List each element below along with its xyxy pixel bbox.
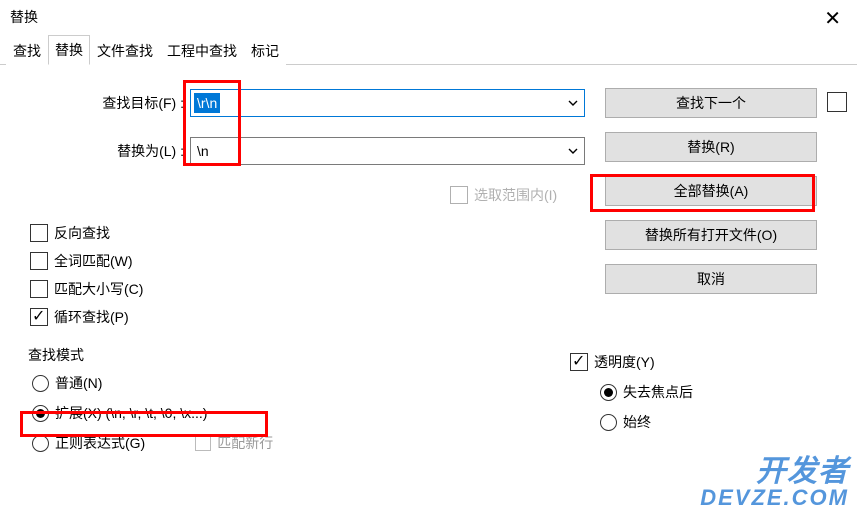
chevron-down-icon[interactable] [562,90,584,116]
button-column: 查找下一个 替换(R) 全部替换(A) 替换所有打开文件(O) 取消 [605,88,817,308]
mode-regex-row: 正则表达式(G) 匹配新行 [32,433,847,453]
mode-extended-radio[interactable] [32,405,49,422]
mode-extended-label: 扩展(X) (\n, \r, \t, \0, \x...) [55,403,207,423]
tab-find-in-files[interactable]: 文件查找 [90,36,160,65]
transparency-label: 透明度(Y) [594,352,655,372]
replace-label: 替换为(L) : [10,141,190,161]
in-selection-checkbox [450,186,468,204]
watermark-line1: 开发者 [700,457,849,487]
wrap-checkbox[interactable] [30,308,48,326]
matchcase-label: 匹配大小写(C) [54,279,143,299]
transp-always-radio[interactable] [600,414,617,431]
tab-find-in-project[interactable]: 工程中查找 [160,36,244,65]
close-icon[interactable]: ✕ [816,4,849,33]
replace-all-open-button[interactable]: 替换所有打开文件(O) [605,220,817,250]
wholeword-checkbox[interactable] [30,252,48,270]
aux-checkbox[interactable] [827,92,847,112]
watermark-line2: DEVZE.COM [700,487,849,509]
mode-group-label: 查找模式 [28,345,847,365]
replace-combo[interactable]: \n [190,137,585,165]
window-title: 替换 [10,7,38,27]
in-selection-label: 选取范围内(I) [474,185,557,205]
transp-losefocus-label: 失去焦点后 [623,382,693,402]
find-next-button[interactable]: 查找下一个 [605,88,817,118]
replace-input-text[interactable]: \n [191,143,215,159]
wrap-label: 循环查找(P) [54,307,129,327]
tab-replace[interactable]: 替换 [48,35,90,65]
find-label: 查找目标(F) : [10,93,190,113]
replace-all-button[interactable]: 全部替换(A) [605,176,817,206]
chevron-down-icon[interactable] [562,138,584,164]
match-newline-checkbox [195,435,211,451]
mode-group: 普通(N) 扩展(X) (\n, \r, \t, \0, \x...) 正则表达… [32,373,847,453]
backward-checkbox[interactable] [30,224,48,242]
mode-regex-label: 正则表达式(G) [55,433,145,453]
wholeword-label: 全词匹配(W) [54,251,133,271]
backward-label: 反向查找 [54,223,110,243]
title-bar: 替换 ✕ [0,0,857,34]
find-input-text[interactable]: \r\n [194,93,220,113]
find-combo[interactable]: \r\n [190,89,585,117]
tab-bar: 查找 替换 文件查找 工程中查找 标记 [0,34,857,65]
watermark: 开发者 DEVZE.COM [700,457,849,509]
mode-extended-row: 扩展(X) (\n, \r, \t, \0, \x...) [32,403,847,423]
matchcase-checkbox[interactable] [30,280,48,298]
transparency-row: 透明度(Y) [570,352,693,372]
mode-regex-radio[interactable] [32,435,49,452]
cancel-button[interactable]: 取消 [605,264,817,294]
transp-losefocus-radio[interactable] [600,384,617,401]
transparency-checkbox[interactable] [570,353,588,371]
tab-mark[interactable]: 标记 [244,36,286,65]
tab-find[interactable]: 查找 [6,36,48,65]
replace-button[interactable]: 替换(R) [605,132,817,162]
transparency-group: 透明度(Y) 失去焦点后 始终 [570,352,693,442]
mode-normal-row: 普通(N) [32,373,847,393]
match-newline-label: 匹配新行 [217,433,273,453]
transp-always-label: 始终 [623,412,651,432]
mode-normal-label: 普通(N) [55,373,102,393]
wrap-row: 循环查找(P) [30,307,847,327]
transp-losefocus-row: 失去焦点后 [600,382,693,402]
mode-normal-radio[interactable] [32,375,49,392]
transp-always-row: 始终 [600,412,693,432]
